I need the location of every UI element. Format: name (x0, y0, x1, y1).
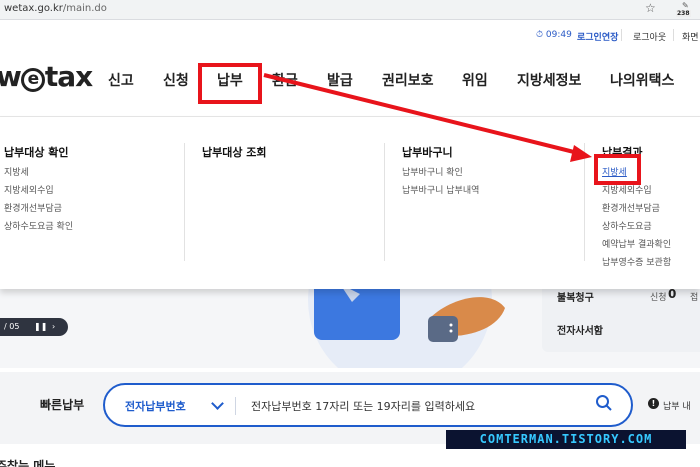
annotation-arrow-icon (263, 73, 592, 162)
